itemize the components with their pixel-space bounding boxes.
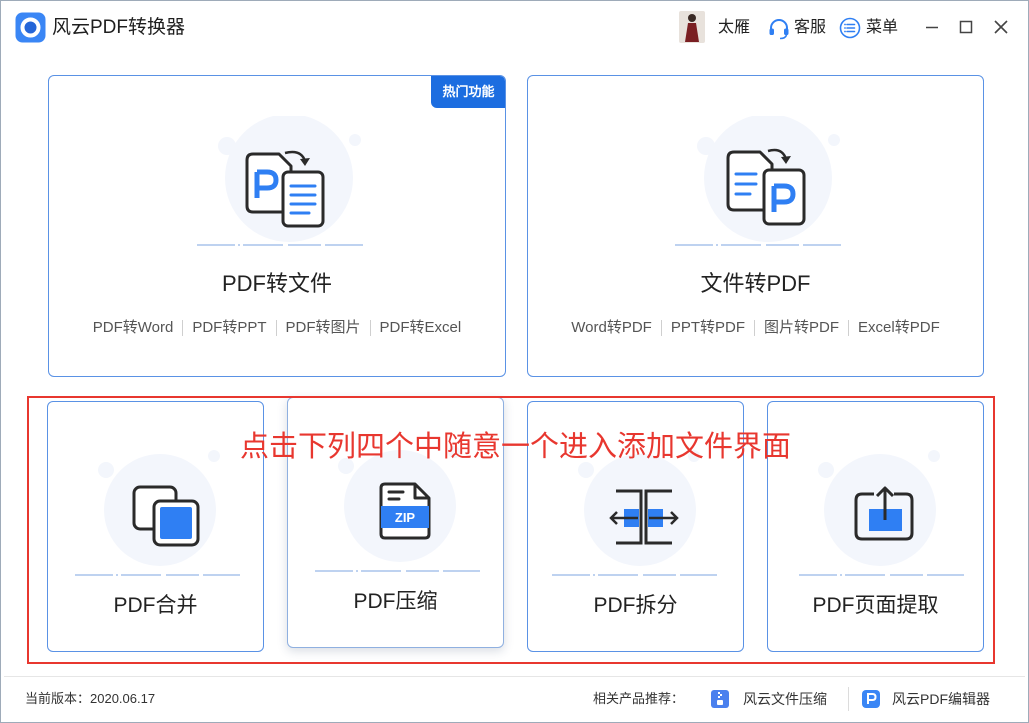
divider-line (552, 573, 717, 577)
pdf-editor-app-icon[interactable] (861, 689, 881, 709)
user-avatar[interactable] (679, 11, 705, 43)
card-title: PDF页面提取 (768, 592, 983, 620)
menu-label[interactable]: 菜单 (866, 17, 898, 39)
divider-line (675, 243, 841, 247)
pdf-merge-card[interactable]: PDF合并 (47, 401, 264, 652)
zip-label: ZIP (395, 510, 416, 525)
related-label: 相关产品推荐： (593, 690, 684, 708)
divider-line (75, 573, 240, 577)
hot-feature-badge: 热门功能 (431, 75, 506, 108)
file-compress-app-icon[interactable] (710, 689, 730, 709)
version-text: 当前版本：2020.06.17 (25, 690, 155, 708)
card-title: PDF拆分 (528, 592, 743, 620)
pdf-to-file-icon (239, 146, 339, 236)
app-logo-icon (15, 12, 46, 43)
footer-divider (848, 687, 849, 711)
link-pdf-to-ppt[interactable]: PDF转PPT (182, 320, 275, 336)
sub-links: Word转PDFPPT转PDF图片转PDFExcel转PDF (528, 320, 983, 336)
link-pdf-to-word[interactable]: PDF转Word (84, 320, 183, 336)
link-ppt-to-pdf[interactable]: PPT转PDF (661, 320, 754, 336)
service-label[interactable]: 客服 (794, 17, 826, 39)
maximize-icon[interactable] (958, 19, 974, 35)
card-title: 文件转PDF (528, 270, 983, 298)
link-word-to-pdf[interactable]: Word转PDF (562, 320, 661, 336)
split-icon (608, 488, 680, 546)
divider-line (799, 573, 964, 577)
card-title: PDF压缩 (288, 588, 503, 616)
link-pdf-to-image[interactable]: PDF转图片 (276, 320, 370, 336)
page-extract-icon (852, 484, 916, 544)
app-title: 风云PDF转换器 (52, 15, 185, 41)
product-pdf-editor[interactable]: 风云PDF编辑器 (892, 689, 990, 709)
link-image-to-pdf[interactable]: 图片转PDF (754, 320, 848, 336)
card-title: PDF转文件 (49, 270, 505, 298)
divider-line (197, 243, 363, 247)
annotation-text: 点击下列四个中随意一个进入添加文件界面 (240, 430, 791, 464)
product-file-compress[interactable]: 风云文件压缩 (743, 689, 827, 709)
zip-icon: ZIP (375, 480, 435, 542)
pdf-to-file-card[interactable]: 热门功能 PDF转文件 PDF转WordPDF转PPTPDF转图片PDF转Exc… (48, 75, 506, 377)
close-icon[interactable] (993, 19, 1009, 35)
divider-line (315, 569, 480, 573)
footer-separator (4, 676, 1025, 677)
merge-icon (126, 481, 206, 551)
link-pdf-to-excel[interactable]: PDF转Excel (370, 320, 471, 336)
link-excel-to-pdf[interactable]: Excel转PDF (848, 320, 949, 336)
pdf-page-extract-card[interactable]: PDF页面提取 (767, 401, 984, 652)
card-title: PDF合并 (48, 592, 263, 620)
minimize-icon[interactable] (924, 19, 940, 35)
sub-links: PDF转WordPDF转PPTPDF转图片PDF转Excel (49, 320, 505, 336)
file-to-pdf-card[interactable]: 文件转PDF Word转PDFPPT转PDF图片转PDFExcel转PDF (527, 75, 984, 377)
file-to-pdf-icon (720, 144, 820, 234)
menu-icon[interactable] (839, 17, 861, 39)
headset-icon[interactable] (767, 16, 791, 40)
user-name[interactable]: 太雁 (718, 17, 750, 39)
